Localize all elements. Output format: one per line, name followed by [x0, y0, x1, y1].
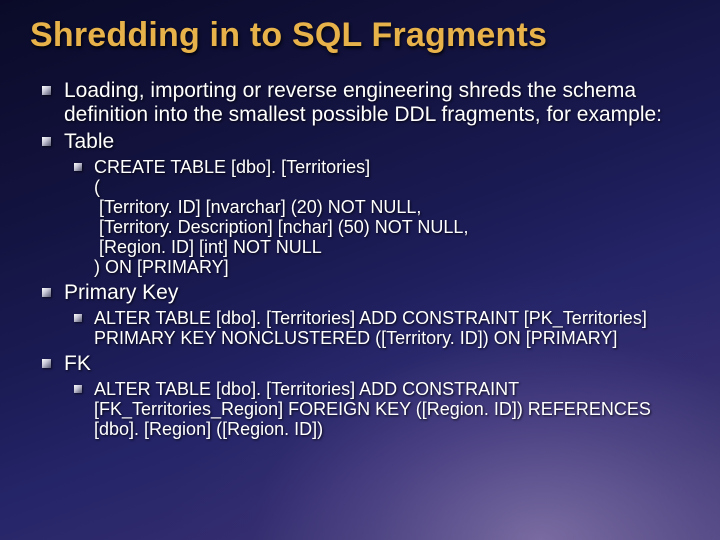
slide: Shredding in to SQL Fragments Loading, i… [0, 0, 720, 540]
bullet-intro: Loading, importing or reverse engineerin… [64, 79, 696, 126]
pk-sublist: ALTER TABLE [dbo]. [Territories] ADD CON… [64, 308, 696, 348]
table-sublist: CREATE TABLE [dbo]. [Territories] ( [Ter… [64, 157, 696, 278]
fk-sublist: ALTER TABLE [dbo]. [Territories] ADD CON… [64, 379, 696, 439]
pk-code: ALTER TABLE [dbo]. [Territories] ADD CON… [94, 308, 696, 348]
bullet-table-label: Table [64, 130, 114, 153]
bullet-pk: Primary Key ALTER TABLE [dbo]. [Territor… [64, 281, 696, 348]
bullet-list: Loading, importing or reverse engineerin… [30, 79, 696, 439]
bullet-table: Table CREATE TABLE [dbo]. [Territories] … [64, 130, 696, 277]
fk-code: ALTER TABLE [dbo]. [Territories] ADD CON… [94, 379, 696, 439]
bullet-pk-label: Primary Key [64, 281, 178, 304]
bullet-fk-label: FK [64, 352, 91, 375]
table-code: CREATE TABLE [dbo]. [Territories] ( [Ter… [94, 157, 696, 278]
bullet-fk: FK ALTER TABLE [dbo]. [Territories] ADD … [64, 352, 696, 439]
slide-title: Shredding in to SQL Fragments [30, 16, 696, 55]
